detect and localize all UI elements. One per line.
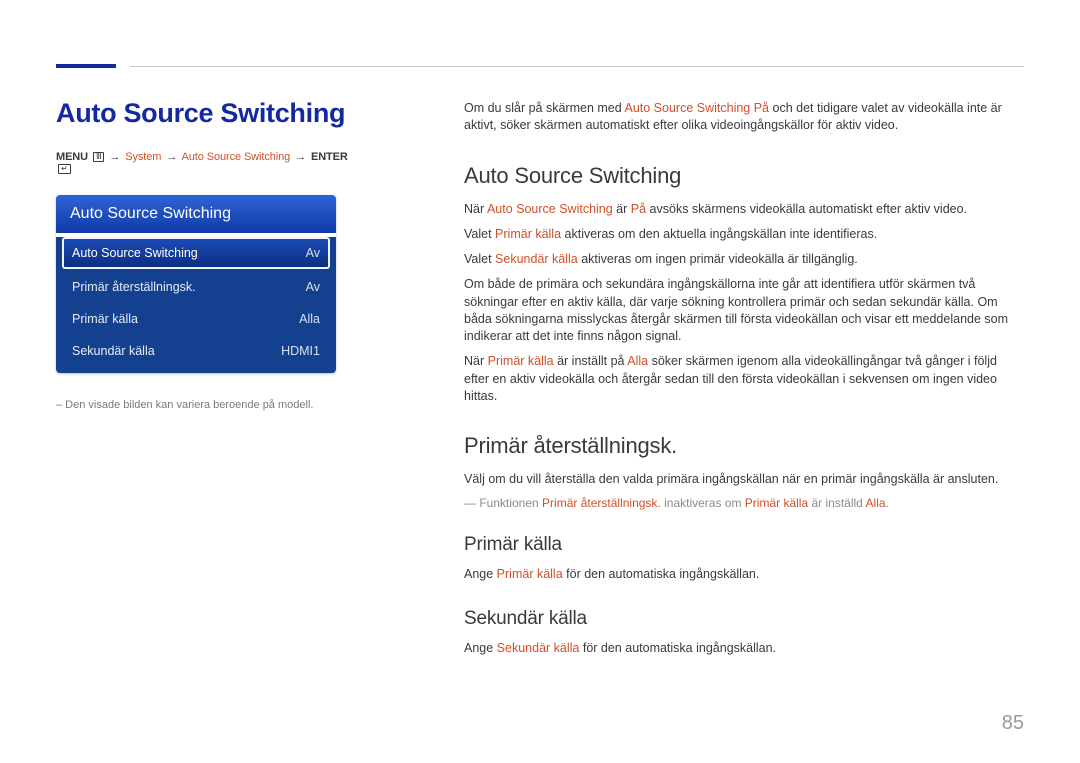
text-accent: Auto Source Switching På — [624, 101, 769, 115]
osd-row-label: Auto Source Switching — [72, 246, 198, 260]
text-accent: Auto Source Switching — [487, 202, 613, 216]
text-accent: Sekundär källa — [495, 252, 578, 266]
enter-button-icon: ↵ — [58, 164, 71, 174]
osd-row-value: Av — [306, 246, 320, 260]
paragraph: När Primär källa är inställt på Alla sök… — [464, 353, 1024, 405]
osd-menu-row-primary-restore[interactable]: Primär återställningsk. Av — [62, 271, 330, 303]
inline-note: ― Funktionen Primär återställningsk. ina… — [464, 496, 1024, 510]
osd-row-value: Av — [306, 280, 320, 294]
text: för den automatiska ingångskällan. — [579, 641, 776, 655]
text-accent: Primär källa — [488, 354, 554, 368]
text: Valet — [464, 252, 495, 266]
text: . — [886, 496, 889, 510]
osd-row-value: Alla — [299, 312, 320, 326]
text: aktiveras om den aktuella ingångskällan … — [561, 227, 877, 241]
arrow-icon: → — [109, 151, 120, 163]
text: avsöks skärmens videokälla automatiskt e… — [646, 202, 967, 216]
section-heading-primary-source: Primär källa — [464, 534, 1024, 556]
page-number: 85 — [1002, 712, 1024, 735]
breadcrumb-menu-label: MENU — [56, 151, 88, 163]
right-column: Om du slår på skärmen med Auto Source Sw… — [464, 98, 1024, 665]
osd-row-label: Sekundär källa — [72, 344, 155, 358]
text: ― Funktionen — [464, 496, 542, 510]
paragraph: Valet Sekundär källa aktiveras om ingen … — [464, 251, 1024, 268]
text: Ange — [464, 641, 497, 655]
breadcrumb: MENU Ⅲ → System → Auto Source Switching … — [56, 151, 356, 175]
paragraph: Valet Primär källa aktiveras om den aktu… — [464, 226, 1024, 243]
paragraph: Om både de primära och sekundära ingångs… — [464, 276, 1024, 345]
text: är inställt på — [554, 354, 628, 368]
text: När — [464, 202, 487, 216]
intro-paragraph: Om du slår på skärmen med Auto Source Sw… — [464, 100, 1024, 135]
text-accent: På — [631, 202, 646, 216]
breadcrumb-enter-label: ENTER — [311, 151, 348, 163]
paragraph: Ange Sekundär källa för den automatiska … — [464, 640, 1024, 657]
section-heading-primary-restore: Primär återställningsk. — [464, 433, 1024, 459]
osd-row-label: Primär källa — [72, 312, 138, 326]
text-accent: Primär källa — [745, 496, 808, 510]
osd-menu-body: Auto Source Switching Av Primär återstäl… — [56, 237, 336, 373]
osd-menu-row-primary-source[interactable]: Primär källa Alla — [62, 303, 330, 335]
osd-row-value: HDMI1 — [281, 344, 320, 358]
header-rule — [130, 66, 1024, 67]
text-accent: Primär källa — [495, 227, 561, 241]
osd-row-label: Primär återställningsk. — [72, 280, 196, 294]
osd-menu-header: Auto Source Switching — [56, 195, 336, 233]
model-variation-note: – Den visade bilden kan variera beroende… — [56, 399, 356, 411]
text: för den automatiska ingångskällan. — [563, 567, 760, 581]
osd-menu-row-auto-source-switching[interactable]: Auto Source Switching Av — [62, 237, 330, 269]
section-heading-auto-source-switching: Auto Source Switching — [464, 163, 1024, 189]
menu-button-icon: Ⅲ — [93, 152, 104, 162]
osd-menu: Auto Source Switching Auto Source Switch… — [56, 195, 336, 373]
paragraph: Ange Primär källa för den automatiska in… — [464, 566, 1024, 583]
text-accent: Primär återställningsk. — [542, 496, 661, 510]
osd-menu-row-secondary-source[interactable]: Sekundär källa HDMI1 — [62, 335, 330, 367]
left-column: Auto Source Switching MENU Ⅲ → System → … — [56, 98, 356, 665]
page-content: Auto Source Switching MENU Ⅲ → System → … — [56, 98, 1024, 665]
paragraph: När Auto Source Switching är På avsöks s… — [464, 201, 1024, 218]
text: Om du slår på skärmen med — [464, 101, 624, 115]
text-accent: Sekundär källa — [497, 641, 580, 655]
header-accent-bar — [56, 64, 116, 68]
text: aktiveras om ingen primär videokälla är … — [578, 252, 858, 266]
section-heading-secondary-source: Sekundär källa — [464, 608, 1024, 630]
text-accent: Alla — [866, 496, 886, 510]
text: Ange — [464, 567, 497, 581]
text: Valet — [464, 227, 495, 241]
page-title: Auto Source Switching — [56, 98, 356, 129]
arrow-icon: → — [166, 151, 177, 163]
text: är inställd — [808, 496, 865, 510]
text-accent: Alla — [627, 354, 648, 368]
breadcrumb-item: Auto Source Switching — [182, 151, 291, 163]
paragraph: Välj om du vill återställa den valda pri… — [464, 471, 1024, 488]
arrow-icon: → — [295, 151, 306, 163]
text: inaktiveras om — [661, 496, 745, 510]
text: är — [613, 202, 631, 216]
text: När — [464, 354, 488, 368]
text-accent: Primär källa — [497, 567, 563, 581]
breadcrumb-item: System — [125, 151, 161, 163]
